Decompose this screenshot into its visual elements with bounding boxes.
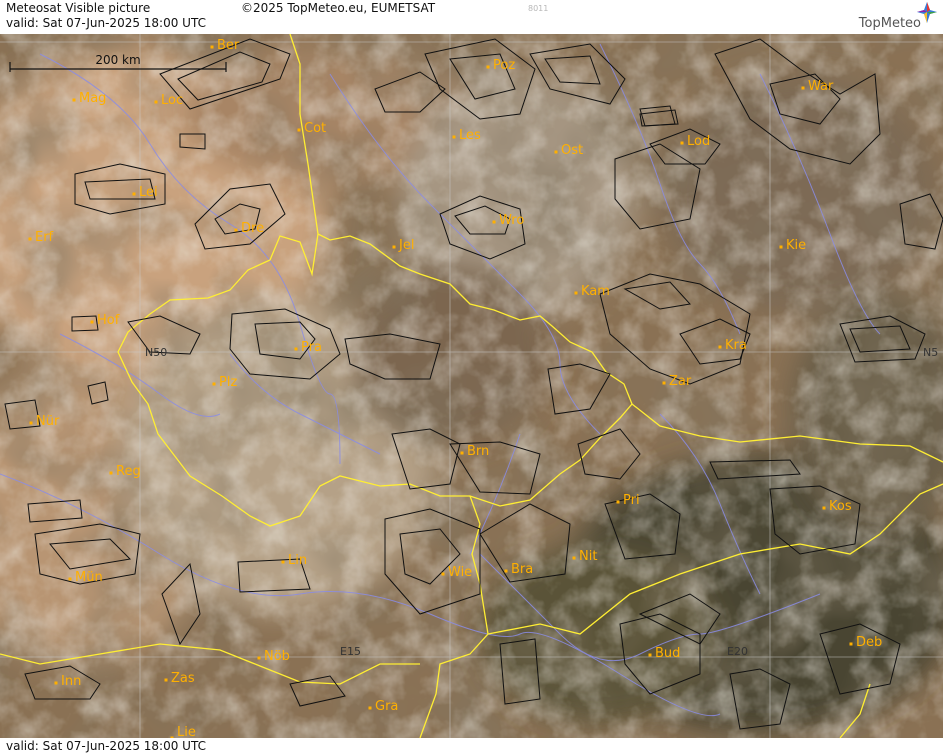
city-label-inn: Inn	[61, 674, 81, 689]
city-marker-nit	[572, 556, 576, 560]
city-label-loc: Loc	[161, 93, 183, 108]
city-label-wro: Wro	[499, 213, 524, 228]
city-label-mün: Mün	[75, 570, 103, 585]
city-marker-pra	[294, 347, 298, 351]
city-marker-zas	[164, 678, 168, 682]
city-marker-inn	[54, 681, 58, 685]
grid-label-n50-right: N5	[923, 346, 938, 359]
city-marker-lod	[680, 141, 684, 145]
city-label-zas: Zas	[171, 671, 195, 686]
city-marker-plz	[212, 382, 216, 386]
city-marker-reg	[109, 471, 113, 475]
city-label-lod: Lod	[687, 134, 710, 149]
map-canvas: 200 km N50 N5 E15 E20 Ber Mag Loc Cot Poz War…	[0, 34, 943, 738]
grid-label-e15: E15	[340, 645, 361, 658]
city-marker-brn	[460, 451, 464, 455]
city-marker-bra	[504, 569, 508, 573]
city-label-hof: Hof	[97, 313, 120, 328]
city-marker-lei	[132, 192, 136, 196]
city-marker-les	[452, 135, 456, 139]
city-marker-pri	[616, 500, 620, 504]
city-label-wie: Wie	[448, 565, 472, 580]
grid-label-n50-left: N50	[145, 346, 167, 359]
city-label-nöb: Nöb	[264, 649, 290, 664]
city-marker-ost	[554, 150, 558, 154]
city-label-ber: Ber	[217, 38, 240, 53]
city-label-poz: Poz	[493, 58, 515, 73]
city-label-lie: Lie	[177, 725, 196, 738]
city-label-ost: Ost	[561, 143, 583, 158]
city-label-brn: Brn	[467, 444, 489, 459]
city-label-nür: Nür	[36, 414, 60, 429]
city-label-kam: Kam	[581, 284, 610, 299]
city-label-lin: Lin	[288, 553, 307, 568]
city-label-lei: Lei	[139, 185, 158, 200]
city-label-bra: Bra	[511, 562, 533, 577]
city-marker-kie	[779, 245, 783, 249]
city-label-les: Les	[459, 128, 481, 143]
city-marker-kra	[718, 345, 722, 349]
scale-bar-label: 200 km	[95, 53, 140, 67]
city-marker-poz	[486, 65, 490, 69]
city-label-erf: Erf	[35, 230, 54, 245]
map-footer: valid: Sat 07-Jun-2025 18:00 UTC	[0, 738, 943, 754]
city-marker-mag	[72, 98, 76, 102]
product-title: Meteosat Visible picture	[6, 1, 151, 15]
map-header: Meteosat Visible picture valid: Sat 07-J…	[0, 0, 943, 34]
city-label-bud: Bud	[655, 646, 680, 661]
city-label-kos: Kos	[829, 499, 852, 514]
city-marker-dre	[234, 228, 238, 232]
city-marker-cot	[297, 128, 301, 132]
grid-label-e20: E20	[727, 645, 748, 658]
city-label-jel: Jel	[398, 238, 414, 253]
city-label-mag: Mag	[79, 91, 106, 106]
image-code: 8011	[528, 4, 549, 13]
city-marker-wro	[492, 220, 496, 224]
city-marker-deb	[849, 642, 853, 646]
city-marker-kos	[822, 506, 826, 510]
city-marker-lin	[281, 560, 285, 564]
city-marker-gra	[368, 706, 372, 710]
city-label-pra: Pra	[301, 340, 322, 355]
city-marker-nür	[29, 421, 33, 425]
city-marker-kam	[574, 291, 578, 295]
topmeteo-logo-text: TopMeteo	[858, 16, 921, 31]
city-label-deb: Deb	[856, 635, 882, 650]
city-marker-nöb	[257, 656, 261, 660]
city-label-pri: Pri	[623, 493, 640, 508]
satellite-image[interactable]: 200 km N50 N5 E15 E20 Ber Mag Loc Cot Poz War…	[0, 34, 943, 738]
copyright-text: ©2025 TopMeteo.eu, EUMETSAT	[241, 1, 436, 15]
city-marker-mün	[68, 577, 72, 581]
city-label-nit: Nit	[579, 549, 597, 564]
city-marker-zar	[662, 381, 666, 385]
city-marker-ber	[210, 45, 214, 49]
city-marker-bud	[648, 653, 652, 657]
valid-time-top: valid: Sat 07-Jun-2025 18:00 UTC	[6, 16, 206, 30]
city-label-gra: Gra	[375, 699, 398, 714]
city-label-zar: Zar	[669, 374, 692, 389]
valid-time-bottom: valid: Sat 07-Jun-2025 18:00 UTC	[6, 739, 206, 753]
city-marker-wie	[441, 572, 445, 576]
city-marker-loc	[154, 100, 158, 104]
city-marker-erf	[28, 237, 32, 241]
city-label-kra: Kra	[725, 338, 747, 353]
city-marker-jel	[392, 245, 396, 249]
city-label-kie: Kie	[786, 238, 806, 253]
city-label-cot: Cot	[304, 121, 326, 136]
city-marker-war	[801, 86, 805, 90]
city-label-reg: Reg	[116, 464, 141, 479]
satellite-map-frame: Meteosat Visible picture valid: Sat 07-J…	[0, 0, 943, 754]
city-label-war: War	[808, 79, 834, 94]
city-marker-hof	[90, 320, 94, 324]
city-label-dre: Dre	[241, 221, 264, 236]
city-label-plz: Plz	[219, 375, 237, 390]
